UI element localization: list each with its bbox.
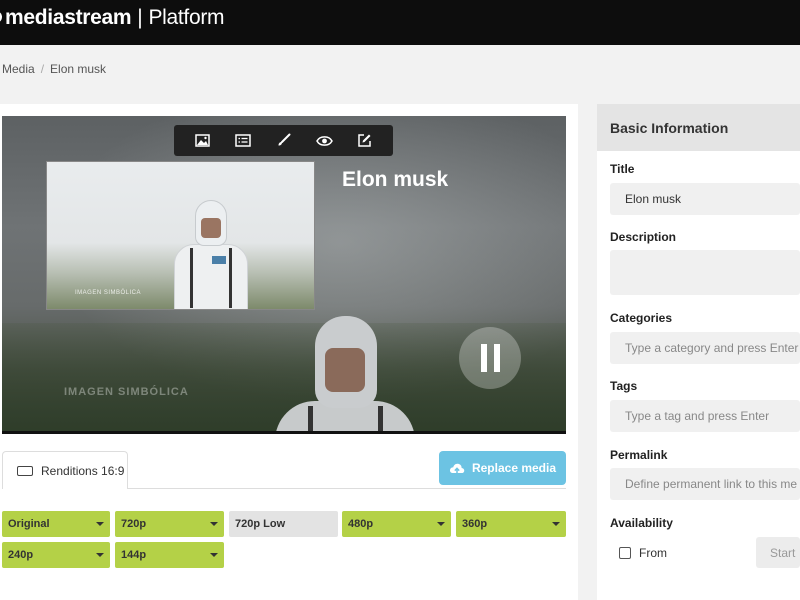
logo-dot-icon [0, 11, 2, 23]
categories-input[interactable]: Type a category and press Enter [610, 332, 800, 364]
from-checkbox[interactable] [619, 547, 631, 559]
rendition-label: 144p [121, 549, 147, 561]
rendition-original[interactable]: Original [2, 511, 110, 537]
pause-button[interactable] [459, 327, 521, 389]
replace-media-label: Replace media [471, 461, 557, 475]
chevron-down-icon [437, 522, 445, 526]
astronaut-face [325, 348, 365, 392]
thumb-face [201, 218, 221, 238]
upload-cloud-icon [449, 463, 465, 474]
astronaut-strap-left [308, 406, 313, 433]
rendition-label: Original [8, 518, 50, 530]
rendition-720p-low[interactable]: 720p Low [229, 511, 338, 537]
video-title-overlay: Elon musk [342, 168, 449, 191]
rendition-144p[interactable]: 144p [115, 542, 224, 568]
rendition-label: 720p Low [235, 518, 286, 530]
brush-icon[interactable] [271, 129, 295, 153]
permalink-label: Permalink [610, 448, 668, 462]
replace-media-button[interactable]: Replace media [439, 451, 566, 485]
astronaut-strap-right [378, 406, 383, 433]
description-field[interactable] [610, 250, 800, 295]
product-name: Platform [148, 6, 225, 29]
video-astronaut-figure [270, 316, 420, 433]
tab-renditions[interactable]: Renditions 16:9 [2, 451, 128, 489]
chevron-down-icon [96, 553, 104, 557]
rendition-label: 720p [121, 518, 147, 530]
categories-label: Categories [610, 311, 673, 325]
image-icon[interactable] [190, 129, 214, 153]
list-icon[interactable] [231, 129, 255, 153]
pause-icon-bar-left [480, 344, 487, 372]
thumb-astronaut-body [174, 244, 248, 309]
top-bar: mediastream | Platform [0, 0, 800, 45]
thumbnail-watermark: IMAGEN SIMBÓLICA [75, 290, 142, 296]
brand-logo[interactable]: mediastream | Platform [0, 6, 225, 30]
brand-separator: | [137, 6, 143, 29]
aspect-ratio-icon [17, 465, 33, 476]
eye-icon[interactable] [312, 129, 336, 153]
availability-from-row: From [619, 546, 667, 560]
title-field[interactable]: Elon musk [610, 183, 800, 215]
breadcrumb-media[interactable]: Media [2, 62, 35, 76]
pause-icon-bar-right [493, 344, 500, 372]
rendition-360p[interactable]: 360p [456, 511, 566, 537]
video-watermark: IMAGEN SIMBÓLICA [64, 386, 189, 398]
edit-icon[interactable] [353, 129, 377, 153]
from-label: From [639, 546, 667, 560]
tab-renditions-label: Renditions 16:9 [41, 463, 125, 478]
tags-label: Tags [610, 379, 638, 393]
permalink-input[interactable]: Define permanent link to this me [610, 468, 800, 500]
breadcrumb-separator: / [40, 62, 45, 76]
title-label: Title [610, 162, 635, 176]
rendition-720p[interactable]: 720p [115, 511, 224, 537]
rendition-480p[interactable]: 480p [342, 511, 451, 537]
tags-input[interactable]: Type a tag and press Enter [610, 400, 800, 432]
thumbnail-astronaut-figure [172, 200, 252, 309]
availability-label: Availability [610, 516, 673, 530]
rendition-label: 240p [8, 549, 34, 561]
chevron-down-icon [552, 522, 560, 526]
thumb-strap-left [190, 248, 193, 308]
breadcrumb: Media / Elon musk [2, 62, 106, 76]
rendition-label: 360p [462, 518, 488, 530]
brand-name: mediastream [5, 6, 132, 29]
basic-info-heading: Basic Information [597, 104, 800, 151]
video-thumbnail-preview[interactable]: IMAGEN SIMBÓLICA [46, 161, 315, 310]
chevron-down-icon [210, 522, 218, 526]
video-progress-bar[interactable] [2, 431, 566, 434]
video-toolbar [174, 125, 393, 156]
tab-divider [128, 488, 566, 489]
rendition-label: 480p [348, 518, 374, 530]
chevron-down-icon [210, 553, 218, 557]
description-label: Description [610, 230, 677, 244]
breadcrumb-current: Elon musk [50, 62, 107, 76]
thumb-badge [212, 256, 226, 264]
thumb-strap-right [229, 248, 232, 308]
rendition-240p[interactable]: 240p [2, 542, 110, 568]
start-date-field[interactable]: Start [756, 537, 800, 568]
chevron-down-icon [96, 522, 104, 526]
